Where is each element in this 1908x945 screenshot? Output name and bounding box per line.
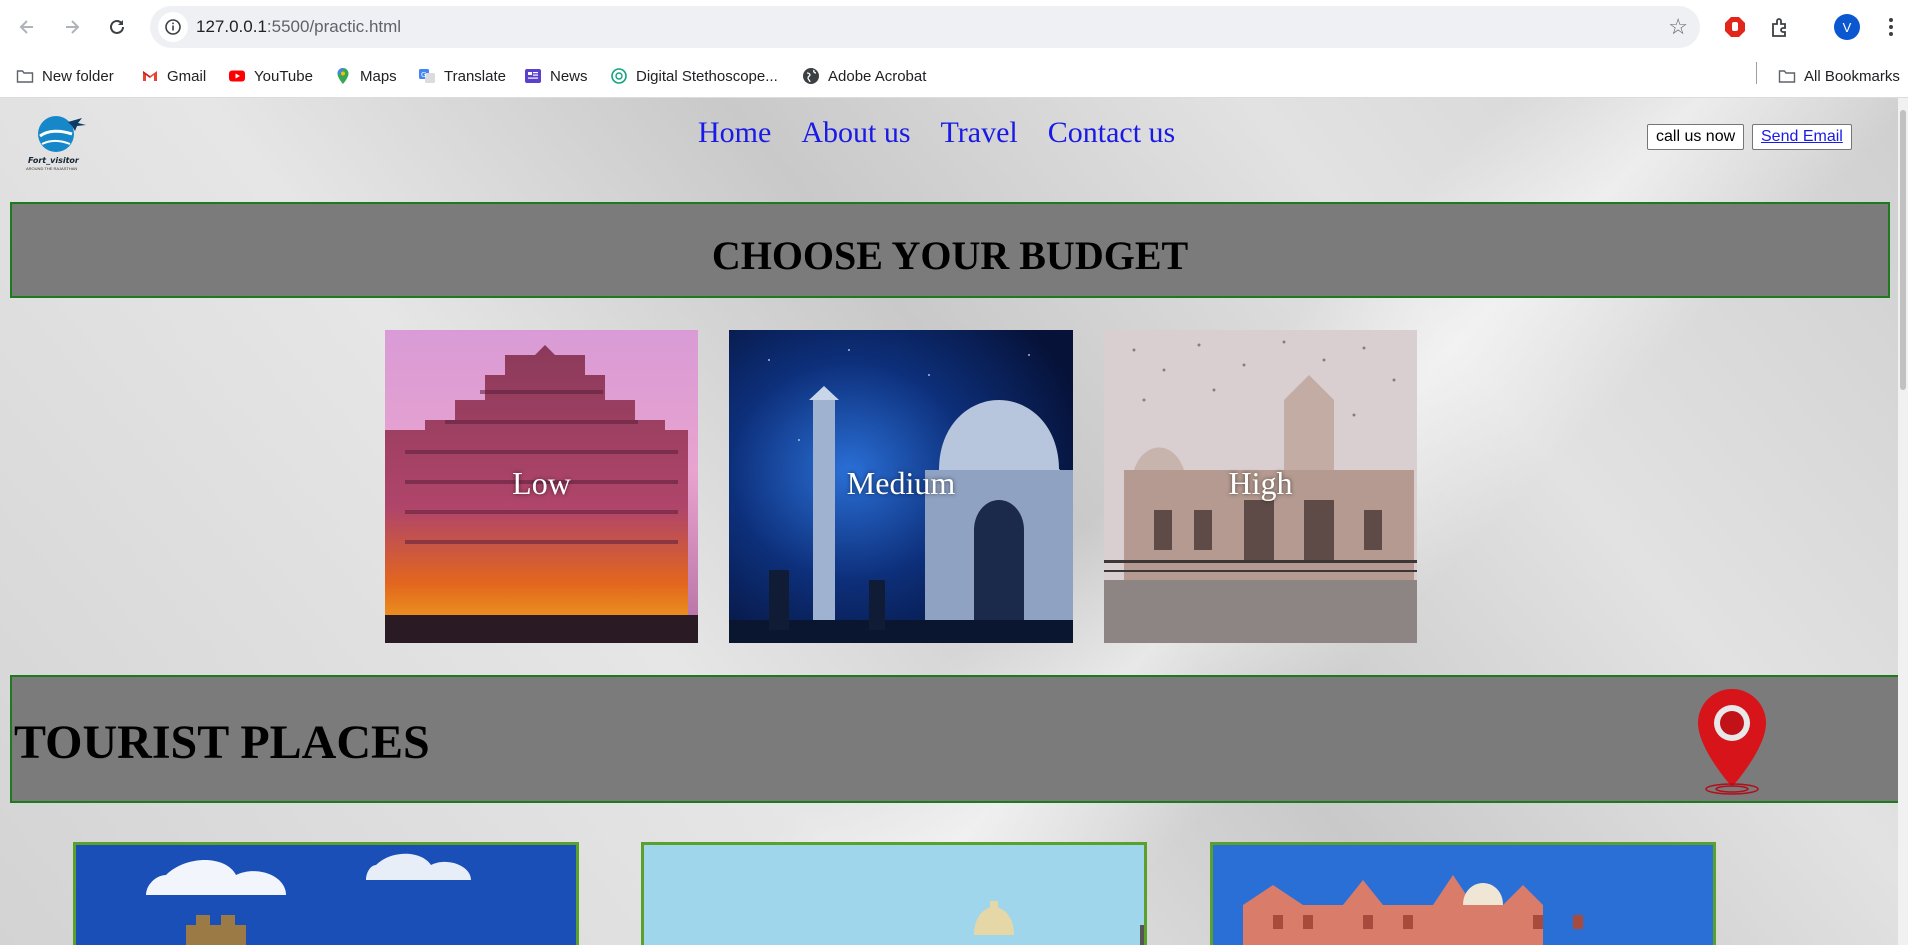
nav-travel[interactable]: Travel — [941, 116, 1018, 150]
bookmark-label: Gmail — [167, 67, 207, 85]
bookmark-label: Adobe Acrobat — [828, 67, 927, 85]
tourist-place-card[interactable] — [1210, 842, 1716, 945]
nav-about-us[interactable]: About us — [801, 116, 910, 150]
openai-icon — [611, 68, 627, 84]
bookmark-label: YouTube — [254, 67, 313, 85]
logo-text: Fort_visitor — [28, 156, 79, 165]
url-text: 127.0.0.1:5500/practic.html — [196, 17, 401, 37]
bookmark-label: News — [550, 67, 588, 85]
bookmark-news[interactable]: News — [524, 64, 588, 88]
hawa-mahal-facade-image — [1213, 845, 1713, 945]
reload-icon[interactable] — [102, 12, 132, 42]
bookmark-label: All Bookmarks — [1804, 67, 1900, 85]
bookmark-translate[interactable]: G Translate — [418, 64, 506, 88]
bookmarks-divider — [1756, 62, 1757, 84]
nav-home[interactable]: Home — [698, 116, 771, 150]
call-us-button[interactable]: call us now — [1647, 124, 1745, 150]
main-nav: Home About us Travel Contact us — [698, 116, 1175, 150]
nav-contact-us[interactable]: Contact us — [1048, 116, 1176, 150]
logo-subtitle: AROUND THE RAJASTHAN — [26, 166, 78, 171]
address-bar[interactable]: 127.0.0.1:5500/practic.html ☆ — [150, 6, 1700, 48]
bookmark-label: Digital Stethoscope... — [636, 67, 778, 85]
translate-icon: G — [419, 69, 435, 83]
profile-avatar[interactable]: V — [1832, 12, 1862, 42]
globe-icon — [803, 68, 819, 84]
menu-kebab-icon[interactable] — [1876, 12, 1906, 42]
budget-card-low[interactable]: Low — [385, 330, 698, 643]
scrollbar-thumb[interactable] — [1900, 110, 1906, 390]
svg-text:G: G — [421, 71, 426, 79]
page-viewport: Fort_visitor AROUND THE RAJASTHAN Home A… — [0, 98, 1898, 945]
forward-icon[interactable] — [57, 12, 87, 42]
bookmark-youtube[interactable]: YouTube — [228, 64, 313, 88]
extensions-icon[interactable] — [1765, 12, 1795, 42]
bookmark-digital-stethoscope[interactable]: Digital Stethoscope... — [610, 64, 778, 88]
adblock-extension-icon[interactable] — [1720, 12, 1750, 42]
maps-icon — [337, 68, 349, 84]
fort-image — [76, 845, 576, 945]
monument-image — [644, 845, 1144, 945]
bookmarks-bar: New folder Gmail YouTube Maps G Translat… — [0, 54, 1908, 98]
page-scrollbar[interactable] — [1898, 98, 1908, 945]
bookmark-all-bookmarks[interactable]: All Bookmarks — [1778, 64, 1900, 88]
tourist-heading: TOURIST PLACES — [14, 716, 430, 769]
folder-icon — [1778, 70, 1796, 83]
bookmark-label: New folder — [42, 67, 114, 85]
profile-initial: V — [1834, 14, 1860, 40]
budget-card-medium[interactable]: Medium — [729, 330, 1073, 643]
tourist-heading-band: TOURIST PLACES — [10, 675, 1898, 803]
bookmark-new-folder[interactable]: New folder — [16, 64, 114, 88]
bookmark-maps[interactable]: Maps — [334, 64, 397, 88]
bookmark-label: Translate — [444, 67, 506, 85]
tourist-place-card[interactable] — [641, 842, 1147, 945]
budget-heading: CHOOSE YOUR BUDGET — [711, 233, 1189, 278]
bookmark-star-icon[interactable]: ☆ — [1668, 14, 1688, 40]
budget-label-low: Low — [512, 465, 571, 501]
gmail-icon — [143, 71, 157, 81]
browser-toolbar: 127.0.0.1:5500/practic.html ☆ V — [0, 0, 1908, 54]
news-icon — [525, 69, 541, 83]
send-email-link[interactable]: Send Email — [1752, 124, 1852, 150]
budget-label-high: High — [1228, 465, 1293, 501]
youtube-icon — [229, 70, 245, 82]
folder-icon — [16, 70, 34, 83]
budget-card-high[interactable]: High — [1104, 330, 1417, 643]
back-icon[interactable] — [12, 12, 42, 42]
location-pin-icon — [1698, 689, 1766, 795]
tourist-place-card[interactable] — [73, 842, 579, 945]
url-host: 127.0.0.1 — [196, 17, 267, 36]
budget-label-medium: Medium — [846, 465, 956, 501]
bookmark-label: Maps — [360, 67, 397, 85]
budget-heading-band: CHOOSE YOUR BUDGET — [10, 202, 1890, 298]
url-path: :5500/practic.html — [266, 17, 402, 36]
bookmark-adobe-acrobat[interactable]: Adobe Acrobat — [802, 64, 926, 88]
bookmark-gmail[interactable]: Gmail — [141, 64, 206, 88]
site-info-icon[interactable] — [158, 12, 188, 42]
